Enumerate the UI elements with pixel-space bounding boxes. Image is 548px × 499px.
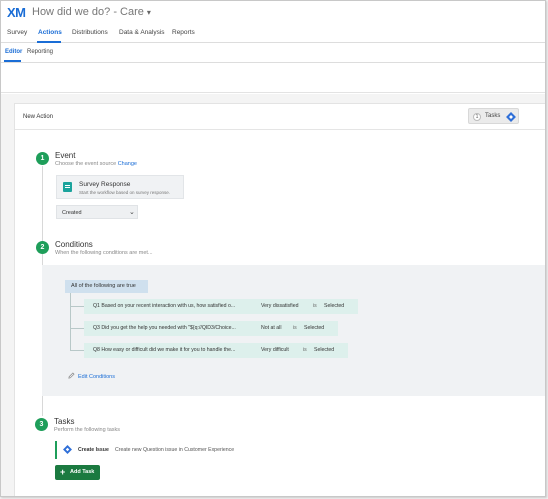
- task-item[interactable]: Create Issue Create new Question issue i…: [55, 441, 305, 459]
- project-title[interactable]: How did we do? - Care ▾: [32, 6, 151, 18]
- condition-operator: is: [303, 347, 307, 353]
- step-number-conditions: 2: [36, 241, 49, 254]
- conditions-subtitle: When the following conditions are met...: [55, 250, 153, 256]
- condition-tree-branch: [70, 328, 84, 329]
- tasks-label: Tasks: [485, 113, 501, 119]
- tab-survey[interactable]: Survey: [7, 29, 27, 36]
- add-task-label: Add Task: [70, 469, 95, 475]
- condition-tree-line: [70, 293, 71, 350]
- event-source-title: Survey Response: [79, 181, 131, 188]
- tasks-title: Tasks: [54, 417, 75, 426]
- edit-conditions-label: Edit Conditions: [78, 374, 115, 380]
- app-window: XM How did we do? - Care ▾ Survey Actions…: [0, 0, 546, 497]
- pencil-icon: [68, 372, 75, 379]
- main-nav: Survey Actions Distributions Data & Anal…: [1, 25, 545, 43]
- task-description: Create new Question issue in Customer Ex…: [115, 447, 235, 453]
- chevron-down-icon: ▾: [146, 8, 151, 17]
- event-title: Event: [55, 151, 76, 160]
- sub-nav: Editor Reporting: [1, 45, 545, 63]
- conditions-title: Conditions: [55, 240, 93, 249]
- add-task-button[interactable]: + Add Task: [55, 465, 100, 480]
- event-subtitle: Choose the event source Change: [55, 161, 137, 167]
- tasks-subtitle: Perform the following tasks: [54, 427, 121, 433]
- condition-question: Q8 How easy or difficult did we make it …: [93, 347, 236, 353]
- condition-operator: is: [313, 303, 317, 309]
- condition-group-label[interactable]: All of the following are true: [65, 280, 148, 293]
- action-header: New Action 1 Tasks: [15, 104, 545, 130]
- survey-clipboard-icon: [63, 182, 72, 192]
- condition-value: Very difficult: [261, 347, 289, 353]
- chevron-down-icon: ⌄: [129, 209, 135, 216]
- condition-row[interactable]: Q1 Based on your recent interaction with…: [84, 299, 358, 314]
- tab-actions[interactable]: Actions: [38, 29, 62, 36]
- issue-diamond-icon: [63, 445, 72, 454]
- task-name: Create Issue: [78, 447, 109, 453]
- condition-question: Q3 Did you get the help you needed with …: [93, 325, 236, 331]
- project-title-text: How did we do? - Care: [32, 6, 144, 18]
- plus-icon: +: [60, 467, 66, 477]
- toolbar-area: [1, 63, 545, 93]
- condition-tree-branch: [70, 350, 84, 351]
- tab-distributions[interactable]: Distributions: [72, 29, 108, 36]
- active-subtab-indicator: [4, 60, 21, 62]
- top-bar: XM How did we do? - Care ▾: [1, 1, 545, 23]
- tab-reports[interactable]: Reports: [172, 29, 195, 36]
- response-type-value: Created: [62, 210, 82, 216]
- step-number-tasks: 3: [35, 418, 48, 431]
- condition-state: Selected: [304, 325, 325, 331]
- event-source-description: Start the workflow based on survey respo…: [79, 190, 171, 195]
- condition-question: Q1 Based on your recent interaction with…: [93, 303, 236, 309]
- condition-state: Selected: [314, 347, 335, 353]
- condition-value: Not at all: [261, 325, 282, 331]
- condition-tree-branch: [70, 306, 84, 307]
- condition-row[interactable]: Q3 Did you get the help you needed with …: [84, 321, 338, 336]
- tab-editor[interactable]: Editor: [5, 49, 22, 55]
- condition-operator: is: [293, 325, 297, 331]
- event-source-card[interactable]: Survey Response Start the workflow based…: [56, 175, 184, 199]
- tasks-summary-button[interactable]: 1 Tasks: [468, 108, 519, 124]
- issue-diamond-icon: [506, 112, 516, 122]
- condition-state: Selected: [324, 303, 345, 309]
- change-event-link[interactable]: Change: [118, 161, 137, 167]
- tasks-count-badge: 1: [473, 113, 481, 121]
- tab-reporting[interactable]: Reporting: [27, 49, 53, 55]
- response-type-select[interactable]: Created ⌄: [56, 205, 138, 219]
- action-title: New Action: [23, 114, 54, 120]
- active-tab-indicator: [37, 41, 61, 43]
- xm-logo[interactable]: XM: [7, 5, 26, 20]
- condition-row[interactable]: Q8 How easy or difficult did we make it …: [84, 343, 348, 358]
- tab-data-analysis[interactable]: Data & Analysis: [119, 29, 165, 36]
- step-number-event: 1: [36, 152, 49, 165]
- event-subtitle-text: Choose the event source: [55, 161, 117, 167]
- step-connector: [42, 166, 43, 248]
- condition-value: Very dissatisfied: [261, 303, 299, 309]
- edit-conditions-link[interactable]: Edit Conditions: [68, 372, 115, 380]
